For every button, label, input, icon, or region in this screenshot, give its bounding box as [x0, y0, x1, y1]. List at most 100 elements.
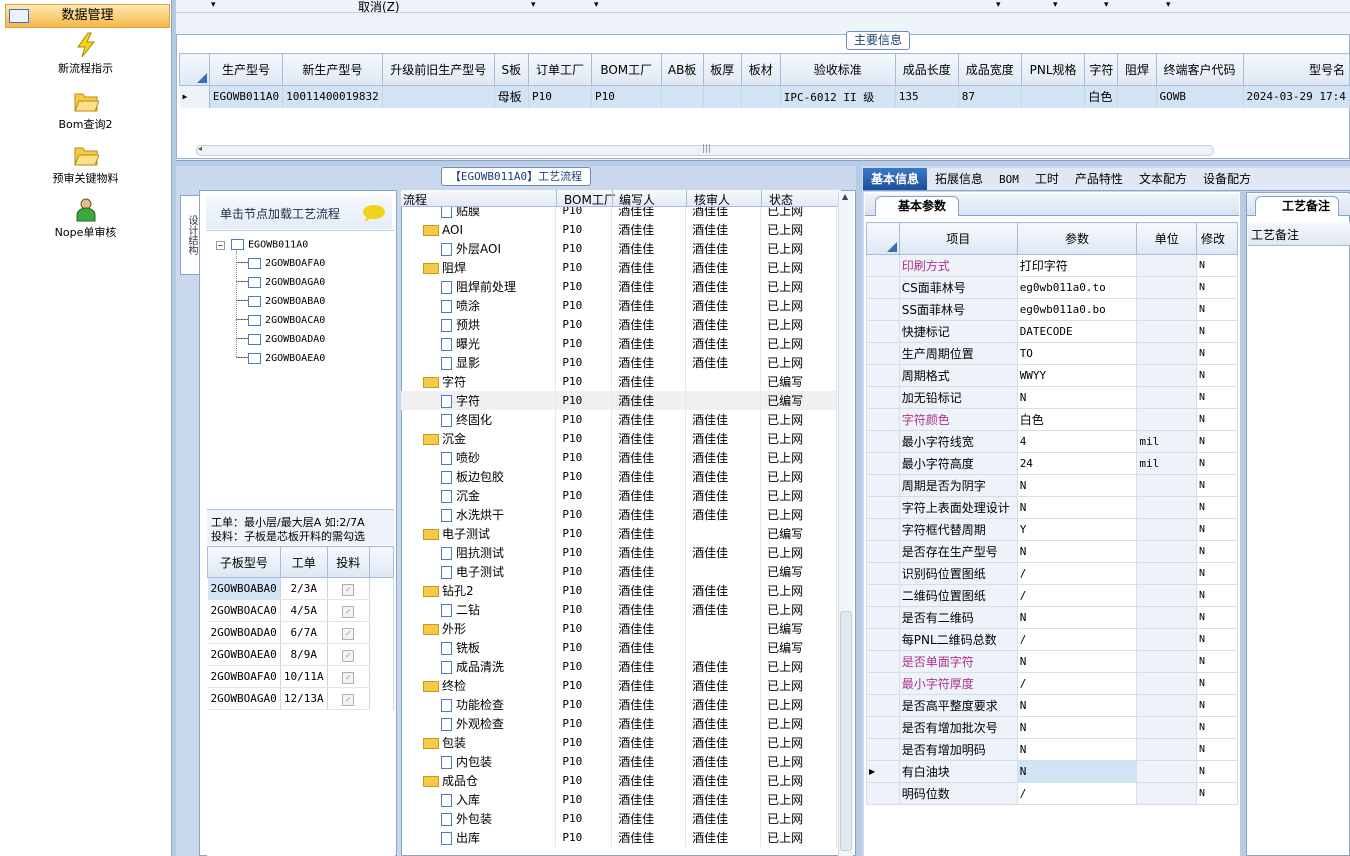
process-row[interactable]: 沉金 P10 酒佳佳 酒佳佳 已上网 — [401, 486, 837, 505]
tab-process-notes[interactable]: 工艺备注 — [1255, 196, 1340, 216]
reviewer-cell[interactable]: 酒佳佳 — [685, 695, 762, 714]
status-cell[interactable]: 已上网 — [760, 733, 837, 752]
bom-factory-cell[interactable]: P10 — [555, 296, 613, 315]
author-cell[interactable]: 酒佳佳 — [611, 353, 687, 372]
process-name-cell[interactable]: 显影 — [401, 353, 557, 372]
row-header[interactable] — [866, 386, 900, 409]
author-cell[interactable]: 酒佳佳 — [611, 315, 687, 334]
status-cell[interactable]: 已编写 — [760, 524, 837, 543]
author-cell[interactable]: 酒佳佳 — [611, 714, 687, 733]
process-name-cell[interactable]: 阻焊前处理 — [401, 277, 557, 296]
status-cell[interactable]: 已上网 — [760, 657, 837, 676]
process-name-cell[interactable]: 内包装 — [401, 752, 557, 771]
process-row[interactable]: 阻焊前处理 P10 酒佳佳 酒佳佳 已上网 — [401, 277, 837, 296]
table-row[interactable]: 2GOWBOAEA0 8/9A ✓ — [207, 643, 394, 666]
col-header[interactable]: 订单工厂 — [528, 53, 592, 86]
author-cell[interactable]: 酒佳佳 — [611, 771, 687, 790]
cancel-button[interactable]: 取消(Z) — [358, 0, 400, 15]
col-header[interactable]: 终端客户代码 — [1155, 53, 1244, 86]
process-name-cell[interactable]: 喷涂 — [401, 296, 557, 315]
reviewer-cell[interactable]: 酒佳佳 — [685, 809, 762, 828]
author-cell[interactable]: 酒佳佳 — [611, 562, 687, 581]
cell[interactable]: EGOWB011A0 — [209, 85, 284, 108]
cell[interactable]: 135 — [895, 85, 959, 108]
bom-factory-cell[interactable]: P10 — [555, 505, 613, 524]
col-header[interactable]: 成品宽度 — [957, 53, 1022, 86]
process-name-cell[interactable]: 水洗烘干 — [401, 505, 557, 524]
reviewer-cell[interactable]: 酒佳佳 — [685, 220, 762, 239]
col-header[interactable]: 修改 — [1196, 222, 1238, 255]
author-cell[interactable]: 酒佳佳 — [611, 239, 687, 258]
process-name-cell[interactable]: 铣板 — [401, 638, 557, 657]
status-cell[interactable]: 已上网 — [760, 486, 837, 505]
status-cell[interactable]: 已上网 — [760, 239, 837, 258]
process-name-cell[interactable]: 外形 — [401, 619, 557, 638]
cell[interactable]: 2/3A — [280, 577, 328, 600]
row-header[interactable] — [866, 430, 900, 453]
bom-factory-cell[interactable]: P10 — [555, 277, 613, 296]
cell[interactable]: 87 — [958, 85, 1022, 108]
cell[interactable] — [741, 85, 781, 108]
process-row[interactable]: 阻抗测试 P10 酒佳佳 酒佳佳 已上网 — [401, 543, 837, 562]
author-cell[interactable]: 酒佳佳 — [611, 809, 687, 828]
process-row[interactable]: 喷砂 P10 酒佳佳 酒佳佳 已上网 — [401, 448, 837, 467]
process-name-cell[interactable]: 钻孔2 — [401, 581, 557, 600]
bom-factory-cell[interactable]: P10 — [555, 828, 613, 847]
cell[interactable] — [1117, 85, 1157, 108]
cell[interactable]: 10/11A — [280, 665, 328, 688]
param-row[interactable]: 字符颜色 白色 N — [866, 408, 1238, 431]
process-name-cell[interactable]: 板边包胶 — [401, 467, 557, 486]
row-header[interactable] — [866, 584, 900, 607]
param-value[interactable]: N — [1016, 474, 1138, 497]
bom-factory-cell[interactable]: P10 — [555, 562, 613, 581]
row-header[interactable] — [866, 364, 900, 387]
cell[interactable] — [1021, 85, 1086, 108]
bom-factory-cell[interactable]: P10 — [555, 410, 613, 429]
param-row[interactable]: 是否单面字符 N N — [866, 650, 1238, 673]
scroll-up-icon[interactable]: ▲ — [842, 192, 848, 201]
param-row[interactable]: 是否有二维码 N N — [866, 606, 1238, 629]
scroll-thumb[interactable] — [840, 611, 852, 851]
tree-node[interactable]: ┈┈ 2GOWBOADA0 — [236, 330, 325, 349]
author-cell[interactable]: 酒佳佳 — [611, 467, 687, 486]
author-cell[interactable]: 酒佳佳 — [611, 334, 687, 353]
reviewer-cell[interactable]: 酒佳佳 — [685, 467, 762, 486]
tree-root[interactable]: − EGOWB011A0 — [216, 239, 308, 251]
reviewer-cell[interactable]: 酒佳佳 — [685, 334, 762, 353]
col-header[interactable]: 参数 — [1016, 222, 1138, 255]
feed-checkbox[interactable]: ✓ — [342, 605, 355, 618]
bom-factory-cell[interactable]: P10 — [555, 334, 613, 353]
author-cell[interactable]: 酒佳佳 — [611, 581, 687, 600]
col-header[interactable]: 子板型号 — [207, 546, 281, 578]
author-cell[interactable]: 酒佳佳 — [611, 391, 687, 410]
bom-factory-cell[interactable]: P10 — [555, 524, 613, 543]
row-header[interactable] — [866, 254, 900, 277]
param-row[interactable]: 是否存在生产型号 N N — [866, 540, 1238, 563]
process-name-cell[interactable]: 二钻 — [401, 600, 557, 619]
reviewer-cell[interactable]: 酒佳佳 — [685, 790, 762, 809]
bom-factory-cell[interactable]: P10 — [555, 581, 613, 600]
tab-labor-hours[interactable]: 工时 — [1027, 168, 1067, 190]
author-cell[interactable]: 酒佳佳 — [611, 790, 687, 809]
process-name-cell[interactable]: 字符 — [401, 372, 557, 391]
reviewer-cell[interactable]: 酒佳佳 — [685, 752, 762, 771]
status-cell[interactable]: 已上网 — [760, 695, 837, 714]
process-row[interactable]: AOI P10 酒佳佳 酒佳佳 已上网 — [401, 220, 837, 239]
row-header[interactable] — [866, 342, 900, 365]
dropdown-arrow-icon[interactable]: ▾ — [211, 0, 216, 10]
status-cell[interactable]: 已上网 — [760, 296, 837, 315]
process-name-cell[interactable]: 包装 — [401, 733, 557, 752]
process-row[interactable]: 外包装 P10 酒佳佳 酒佳佳 已上网 — [401, 809, 837, 828]
feed-checkbox[interactable]: ✓ — [342, 583, 355, 596]
param-row[interactable]: 二维码位置图纸 / N — [866, 584, 1238, 607]
process-row[interactable]: 水洗烘干 P10 酒佳佳 酒佳佳 已上网 — [401, 505, 837, 524]
feed-checkbox[interactable]: ✓ — [342, 671, 355, 684]
process-row[interactable]: 入库 P10 酒佳佳 酒佳佳 已上网 — [401, 790, 837, 809]
process-row[interactable]: 曝光 P10 酒佳佳 酒佳佳 已上网 — [401, 334, 837, 353]
table-row[interactable]: 2GOWBOABA0 2/3A ✓ — [207, 577, 394, 600]
bom-factory-cell[interactable]: P10 — [555, 600, 613, 619]
author-cell[interactable]: 酒佳佳 — [611, 372, 687, 391]
process-name-cell[interactable]: AOI — [401, 220, 557, 239]
col-header[interactable]: 状态 — [769, 191, 793, 208]
author-cell[interactable]: 酒佳佳 — [611, 524, 687, 543]
